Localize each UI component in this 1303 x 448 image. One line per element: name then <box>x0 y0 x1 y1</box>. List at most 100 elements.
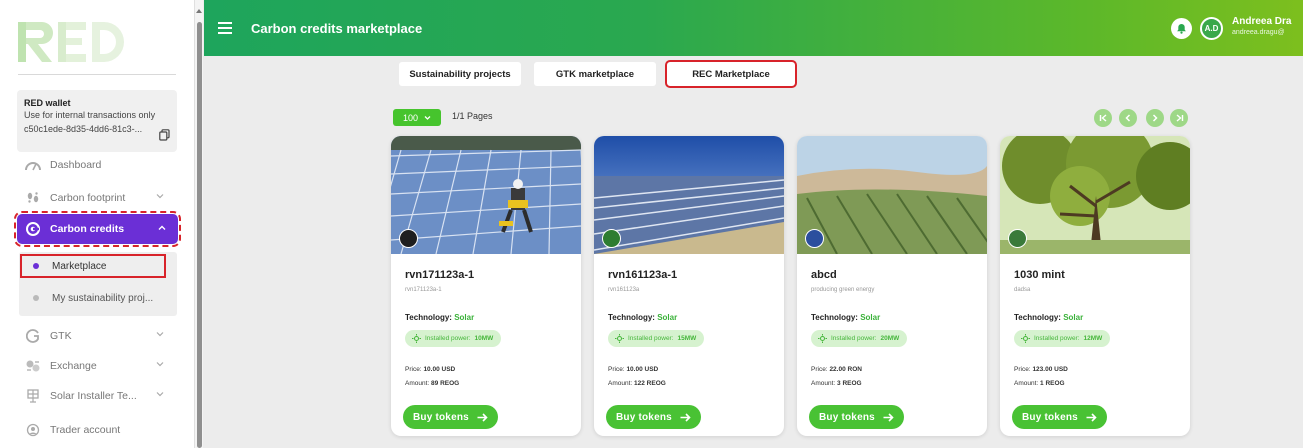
installed-power-badge: Installed power: 12MW <box>1014 330 1111 347</box>
scroll-up-arrow-icon[interactable] <box>196 9 202 13</box>
sidebar-item-label: Carbon footprint <box>50 192 126 204</box>
inactive-dot <box>33 295 39 301</box>
buy-tokens-button[interactable]: Buy tokens <box>1012 405 1107 429</box>
user-name[interactable]: Andreea Dra <box>1232 16 1291 27</box>
project-description: rvn161123a <box>608 287 640 293</box>
amount: Amount: 89 REOG <box>405 380 460 387</box>
buy-tokens-button[interactable]: Buy tokens <box>809 405 904 429</box>
sidebar-item-label: Exchange <box>50 360 97 372</box>
sidebar-item-gtk[interactable]: GTK <box>20 324 178 348</box>
last-page-button[interactable] <box>1170 109 1188 127</box>
arrow-right-icon <box>883 412 894 422</box>
project-description: rvn171123a-1 <box>405 287 442 293</box>
project-card[interactable]: rvn161123a-1 rvn161123a Technology: Sola… <box>594 136 784 436</box>
solar-icon <box>24 387 42 405</box>
project-card[interactable]: 1030 mint dadsa Technology: Solar Instal… <box>1000 136 1190 436</box>
first-page-button[interactable] <box>1094 109 1112 127</box>
arrow-right-icon <box>477 412 488 422</box>
dashboard-icon <box>24 156 42 174</box>
hamburger-menu-icon[interactable] <box>218 22 232 34</box>
chevron-up-icon <box>158 225 166 230</box>
amount: Amount: 3 REOG <box>811 380 862 387</box>
sidebar-item-carbon-footprint[interactable]: Carbon footprint <box>20 186 178 210</box>
notification-bell-icon[interactable] <box>1171 18 1192 39</box>
price: Price: 10.00 USD <box>405 366 456 373</box>
per-page-value: 100 <box>402 112 419 123</box>
installed-power-value: 20MW <box>880 335 900 342</box>
sidebar-item-carbon-credits[interactable]: Carbon credits <box>14 211 181 247</box>
buy-tokens-button[interactable]: Buy tokens <box>606 405 701 429</box>
gtk-icon <box>24 327 42 345</box>
avatar[interactable]: A.D <box>1200 17 1223 40</box>
app-root: RED wallet Use for internal transactions… <box>0 0 1303 448</box>
buy-tokens-button[interactable]: Buy tokens <box>403 405 498 429</box>
amount-value: 3 REOG <box>837 380 862 387</box>
price-value: 10.00 USD <box>423 366 456 373</box>
amount: Amount: 1 REOG <box>1014 380 1065 387</box>
sidebar-item-my-sustainability-projects[interactable]: My sustainability proj... <box>20 286 175 310</box>
user-email: andreea.dragu@ <box>1232 29 1285 36</box>
technology: Technology: Solar <box>811 313 881 322</box>
chevron-down-icon <box>156 194 164 199</box>
prev-page-button[interactable] <box>1119 109 1137 127</box>
sidebar-item-exchange[interactable]: Exchange <box>20 354 178 378</box>
project-name: rvn161123a-1 <box>608 269 678 281</box>
project-card[interactable]: abcd producing green energy Technology: … <box>797 136 987 436</box>
sidebar-item-marketplace[interactable]: Marketplace <box>20 254 166 278</box>
wallet-title: RED wallet <box>24 98 71 108</box>
technology-value: Solar <box>1063 313 1084 322</box>
logo-divider <box>18 74 176 75</box>
project-name: rvn171123a-1 <box>405 269 475 281</box>
active-dot <box>33 263 39 269</box>
power-icon <box>412 334 421 343</box>
project-image-solar-farm <box>594 136 784 254</box>
carbon-credits-icon <box>25 221 41 237</box>
red-logo[interactable] <box>18 18 128 66</box>
sidebar-item-label: Marketplace <box>52 260 107 272</box>
installed-power-badge: Installed power: 10MW <box>405 330 502 347</box>
project-description: producing green energy <box>811 287 875 293</box>
scrollbar-thumb[interactable] <box>197 22 202 448</box>
project-image-solar-worker <box>391 136 581 254</box>
price: Price: 22.00 RON <box>811 366 862 373</box>
power-icon <box>615 334 624 343</box>
sidebar-item-label: Dashboard <box>50 159 102 171</box>
tab-gtk-marketplace[interactable]: GTK marketplace <box>534 62 656 86</box>
technology: Technology: Solar <box>608 313 678 322</box>
project-image-green-hills <box>797 136 987 254</box>
amount-value: 89 REOG <box>431 380 460 387</box>
sidebar-item-label: Solar Installer Te... <box>50 390 137 402</box>
chevron-right-icon <box>1152 114 1158 122</box>
wallet-id: c50c1ede-8d35-4dd6-81c3-... <box>24 124 143 134</box>
project-logo <box>805 229 824 248</box>
technology-value: Solar <box>860 313 881 322</box>
installed-power-value: 12MW <box>1083 335 1103 342</box>
sidebar-scrollbar[interactable] <box>194 0 203 448</box>
price-value: 123.00 USD <box>1032 366 1068 373</box>
copy-icon[interactable] <box>159 129 170 141</box>
tab-sustainability-projects[interactable]: Sustainability projects <box>399 62 521 86</box>
chevron-down-icon <box>156 362 164 367</box>
page-count: 1/1 Pages <box>452 111 493 121</box>
technology-value: Solar <box>454 313 475 322</box>
sidebar-item-solar-installer[interactable]: Solar Installer Te... <box>20 384 178 408</box>
sidebar-item-label: My sustainability proj... <box>52 292 154 304</box>
project-logo <box>1008 229 1027 248</box>
project-description: dadsa <box>1014 287 1031 293</box>
trader-icon <box>24 421 42 439</box>
tab-rec-marketplace[interactable]: REC Marketplace <box>665 60 797 88</box>
top-header: Carbon credits marketplace A.D Andreea D… <box>204 0 1303 56</box>
sidebar-item-dashboard[interactable]: Dashboard <box>20 153 178 177</box>
wallet-card: RED wallet Use for internal transactions… <box>17 90 177 152</box>
installed-power-value: 10MW <box>474 335 494 342</box>
project-logo <box>602 229 621 248</box>
sidebar-item-trader-account[interactable]: Trader account <box>20 418 178 442</box>
price-value: 22.00 RON <box>829 366 862 373</box>
per-page-select[interactable]: 100 <box>393 109 441 126</box>
project-logo <box>399 229 418 248</box>
chevron-left-icon <box>1125 114 1131 122</box>
amount-value: 1 REOG <box>1040 380 1065 387</box>
next-page-button[interactable] <box>1146 109 1164 127</box>
project-card[interactable]: rvn171123a-1 rvn171123a-1 Technology: So… <box>391 136 581 436</box>
chevron-down-icon <box>156 392 164 397</box>
